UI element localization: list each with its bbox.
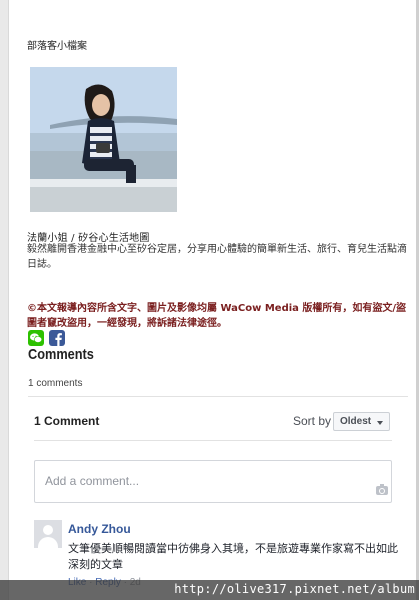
comments-count: 1 comments (28, 378, 83, 389)
left-frame (0, 0, 9, 600)
avatar[interactable] (34, 520, 62, 548)
comment-input-placeholder: Add a comment... (45, 474, 140, 488)
watermark-bar: http://olive317.pixnet.net/album (0, 580, 419, 600)
blogger-photo (30, 67, 177, 212)
comment-author[interactable]: Andy Zhou (68, 522, 131, 536)
fb-comment-count: 1 Comment (34, 414, 100, 428)
profile-heading: 部落客小檔案 (27, 41, 87, 52)
camera-icon[interactable] (376, 484, 388, 495)
sort-dropdown[interactable]: Oldest (333, 412, 390, 431)
copyright-notice: ©本文報導內容所含文字、圖片及影像均屬 WaCow Media 版權所有，如有盜… (27, 303, 407, 329)
divider (34, 440, 392, 441)
wechat-icon[interactable] (28, 330, 44, 346)
comments-heading: Comments (28, 346, 94, 363)
sort-selected-value: Oldest (340, 416, 372, 427)
facebook-icon[interactable] (49, 330, 65, 346)
chevron-down-icon (377, 421, 383, 425)
blog-description: 毅然離開香港金融中心至矽谷定居，分享用心體驗的簡單新生活、旅行、育兒生活點滴日誌… (27, 244, 407, 270)
comment-input[interactable]: Add a comment... (34, 460, 392, 503)
divider (28, 396, 408, 397)
comment-text: 文筆優美順暢閱讀當中彷佛身入其境，不是旅遊專業作家寫不出如此深刻的文章 (68, 542, 398, 571)
watermark-url: http://olive317.pixnet.net/album (174, 582, 415, 596)
sort-label: Sort by (293, 414, 332, 428)
